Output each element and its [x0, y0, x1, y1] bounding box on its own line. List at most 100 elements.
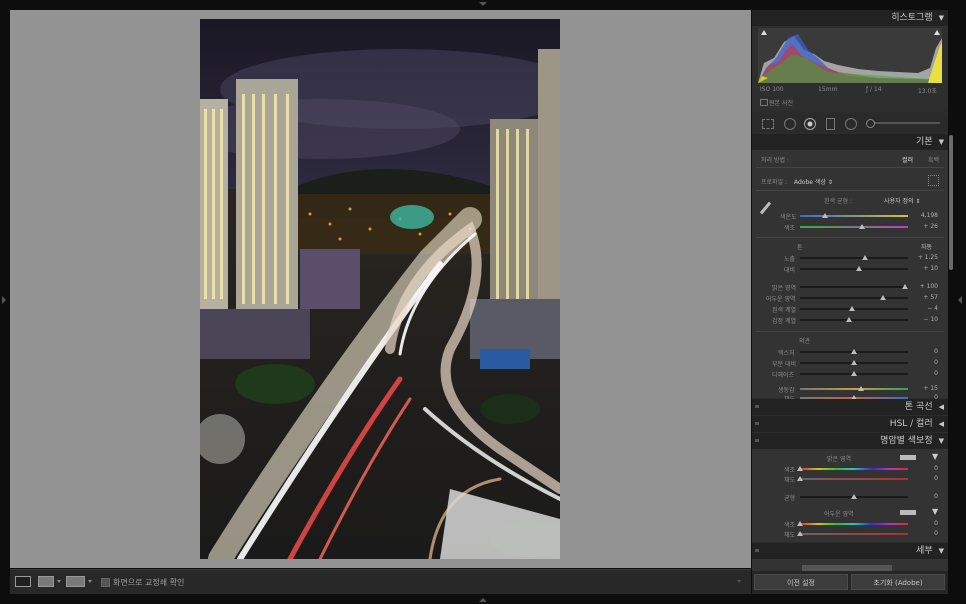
panel-scrollbar[interactable] [949, 135, 953, 270]
sh-sat-value[interactable]: 0 [912, 530, 938, 537]
vibrance-slider[interactable] [800, 388, 908, 390]
shadows-slider-knob[interactable] [880, 295, 886, 300]
highlights-slider-knob[interactable] [902, 284, 908, 289]
panel-toggle-icon[interactable] [755, 405, 759, 408]
adjustment-brush-slider[interactable] [866, 122, 940, 124]
collapse-icon: ▼ [938, 14, 944, 22]
profile-browser-icon[interactable] [928, 175, 939, 186]
sh-hue-slider-knob[interactable] [797, 521, 803, 526]
soft-proof-checkbox[interactable] [101, 578, 110, 587]
shadow-clipping-icon[interactable] [761, 30, 767, 35]
yy-compare-icon[interactable] [66, 576, 85, 587]
collapse-icon: ▼ [938, 138, 944, 146]
before-after-icon[interactable] [38, 576, 54, 587]
exposure-slider-knob[interactable] [862, 255, 868, 260]
spot-removal-icon[interactable] [784, 118, 796, 130]
left-panel-toggle-icon[interactable] [2, 296, 6, 304]
toolbar-menu-icon[interactable] [737, 580, 741, 583]
balance-slider-knob[interactable] [851, 494, 857, 499]
exposure-slider[interactable] [800, 257, 908, 259]
blacks-value[interactable]: − 10 [912, 316, 938, 323]
texture-value[interactable]: 0 [912, 348, 938, 355]
exposure-value[interactable]: + 1.25 [912, 254, 938, 261]
shadows-slider[interactable] [800, 297, 908, 299]
adjustment-brush-icon[interactable] [866, 119, 875, 128]
highlight-picker-icon[interactable]: ▼ [932, 452, 938, 461]
sh-sat-slider[interactable] [800, 533, 908, 535]
panel-toggle-icon[interactable] [755, 439, 759, 442]
highlight-clipping-icon[interactable] [934, 30, 940, 35]
crop-tool-icon[interactable] [762, 119, 774, 129]
panel-toggle-icon[interactable] [755, 549, 759, 552]
temp-value[interactable]: 4,198 [912, 212, 938, 219]
hl-hue-value[interactable]: 0 [912, 465, 938, 472]
basic-header[interactable]: 기본 ▼ [752, 134, 948, 150]
profile-dropdown[interactable]: Adobe 색상 ⇕ [794, 177, 833, 186]
highlight-color-swatch[interactable] [900, 455, 916, 460]
hl-sat-slider-knob[interactable] [797, 476, 803, 481]
dehaze-slider-knob[interactable] [851, 371, 857, 376]
tint-value[interactable]: + 26 [912, 223, 938, 230]
graduated-filter-icon[interactable] [826, 118, 835, 130]
original-photo-checkbox[interactable] [760, 99, 768, 106]
hl-sat-value[interactable]: 0 [912, 475, 938, 482]
clarity-slider-knob[interactable] [851, 360, 857, 365]
contrast-slider[interactable] [800, 268, 908, 270]
photo-preview[interactable] [200, 19, 560, 559]
before-after-dropdown-icon[interactable] [57, 580, 61, 583]
loupe-view-icon[interactable] [15, 576, 31, 587]
sh-hue-slider[interactable] [800, 523, 908, 525]
texture-slider-knob[interactable] [851, 349, 857, 354]
loupe-view[interactable] [10, 10, 751, 568]
tint-slider[interactable] [800, 226, 908, 228]
previous-settings-button[interactable]: 이전 설정 [754, 574, 848, 590]
dehaze-value[interactable]: 0 [912, 370, 938, 377]
aperture-label: ƒ / 14 [866, 86, 882, 93]
sh-hue-value[interactable]: 0 [912, 520, 938, 527]
balance-value[interactable]: 0 [912, 493, 938, 500]
redeye-icon[interactable] [804, 118, 816, 130]
tone-curve-header[interactable]: 톤 곡선 ◀ [752, 399, 948, 415]
white-balance-eyedropper-icon[interactable] [759, 201, 772, 215]
hl-sat-slider[interactable] [800, 478, 908, 480]
whites-value[interactable]: − 4 [912, 305, 938, 312]
highlights-slider[interactable] [800, 286, 908, 288]
clarity-value[interactable]: 0 [912, 359, 938, 366]
temp-slider-knob[interactable] [822, 213, 828, 218]
panel-toggle-icon[interactable] [755, 422, 759, 425]
contrast-value[interactable]: + 10 [912, 265, 938, 272]
hsl-header[interactable]: HSL / 컬러 ◀ [752, 416, 948, 432]
right-panel-toggle-icon[interactable] [958, 296, 962, 304]
yy-dropdown-icon[interactable] [88, 580, 92, 583]
shadow-picker-icon[interactable]: ▼ [932, 507, 938, 516]
reset-button[interactable]: 초기화 (Adobe) [851, 574, 945, 590]
tint-slider-knob[interactable] [859, 224, 865, 229]
dehaze-label: 디헤이즈 [772, 372, 795, 379]
blacks-slider-knob[interactable] [846, 317, 852, 322]
histogram-header[interactable]: 히스토그램 ▼ [752, 10, 948, 26]
sh-sat-slider-knob[interactable] [797, 531, 803, 536]
temp-slider[interactable] [800, 215, 908, 217]
auto-tone-button[interactable]: 자동 [921, 242, 932, 251]
split-toning-section: 밝은 영역 ▼ 색조 0 채도 0 균형 0 어두운 영역 ▼ 색조 0 채도 … [752, 449, 948, 542]
radial-filter-icon[interactable] [845, 118, 857, 130]
hl-hue-slider-knob[interactable] [797, 466, 803, 471]
shadows-value[interactable]: + 57 [912, 294, 938, 301]
highlights-value[interactable]: + 100 [912, 283, 938, 290]
vibrance-slider-knob[interactable] [858, 386, 864, 391]
hl-hue-slider[interactable] [800, 468, 908, 470]
detail-header[interactable]: 세부 ▼ [752, 543, 948, 559]
treatment-bw-option[interactable]: 흑백 [928, 155, 939, 164]
blacks-slider[interactable] [800, 319, 908, 321]
filmstrip-toggle-icon[interactable] [479, 598, 487, 602]
histogram-graph[interactable] [758, 28, 942, 83]
contrast-slider-knob[interactable] [856, 266, 862, 271]
shadow-color-swatch[interactable] [900, 510, 916, 515]
whites-slider-knob[interactable] [849, 306, 855, 311]
top-panel-toggle-icon[interactable] [479, 2, 487, 6]
treatment-color-option[interactable]: 컬러 [902, 155, 913, 164]
vibrance-value[interactable]: + 15 [912, 385, 938, 392]
clarity-label: 부분 대비 [772, 361, 796, 368]
wb-dropdown[interactable]: 사용자 정의 ⇕ [884, 196, 920, 205]
split-toning-header[interactable]: 명암별 색보정 ▼ [752, 433, 948, 449]
